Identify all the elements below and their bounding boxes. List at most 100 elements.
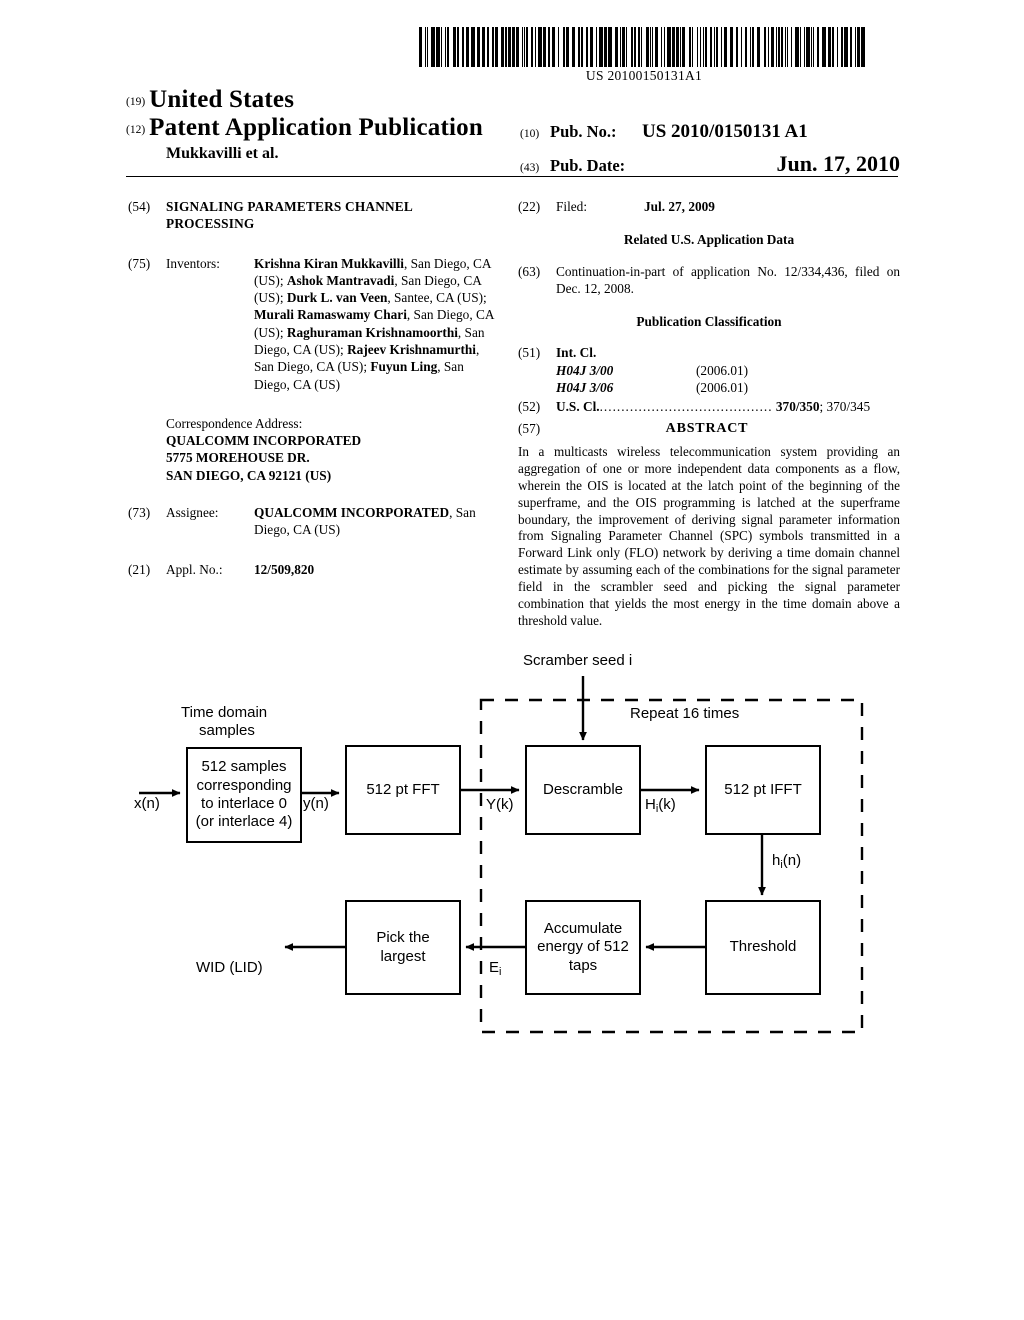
filed-field-number: (22) xyxy=(518,199,541,214)
scrambler-seed-label: Scramber seed i xyxy=(523,652,633,669)
appl-no-label: Appl. No.: xyxy=(166,561,223,577)
box-samples: 512 samples corresponding to interlace 0… xyxy=(186,747,302,843)
abstract-text: In a multicasts wireless telecommunicati… xyxy=(518,443,900,629)
patent-page: US 20100150131A1 (19) United States (12)… xyxy=(0,0,1024,1320)
us-cl-label: U.S. Cl. xyxy=(556,399,600,415)
us-cl-body: U.S. Cl.................................… xyxy=(556,398,900,415)
box-accumulate-line2: energy of 512 xyxy=(537,938,629,956)
box-fft: 512 pt FFT xyxy=(345,745,461,835)
patent-title-line1: SIGNALING PARAMETERS CHANNEL xyxy=(166,199,413,214)
inventors-list: Krishna Kiran Mukkavilli, San Diego, CA … xyxy=(254,255,494,392)
filed-value: Jul. 27, 2009 xyxy=(644,199,715,214)
pub-date-value-wrap: Jun. 17, 2010 xyxy=(642,151,910,177)
int-cl-code: H04J 3/00 xyxy=(556,362,614,378)
pub-no-row: (10) Pub. No.: US 2010/0150131 A1 xyxy=(520,121,910,143)
correspondence-heading: Correspondence Address: xyxy=(166,415,303,431)
hik-signal-label: Hi(k) xyxy=(645,796,676,816)
int-cl-row: H04J 3/00 (2006.01) xyxy=(556,362,900,379)
repeat-boundary xyxy=(479,698,864,1034)
pub-no-label: Pub. No.: xyxy=(550,122,617,141)
int-cl-code: H04J 3/06 xyxy=(556,379,614,395)
repeat-label: Repeat 16 times xyxy=(630,705,740,722)
abstract-field-number: (57) xyxy=(518,420,541,436)
abstract-title: ABSTRACT xyxy=(665,420,749,436)
continuation-field: (63) Continuation-in-part of application… xyxy=(518,263,900,298)
country-name: United States xyxy=(149,86,295,113)
box-samples-line4: (or interlace 4) xyxy=(195,813,293,831)
box-samples-line1: 512 samples xyxy=(201,758,287,776)
assignee-label: Assignee: xyxy=(166,504,219,520)
int-cl-label: Int. Cl. xyxy=(556,345,597,361)
abstract-header: (57) ABSTRACT xyxy=(518,420,900,438)
box-pick-largest: Pick the largest xyxy=(345,900,461,995)
pub-date-label: Pub. Date: xyxy=(550,156,626,175)
right-column: (22) Filed: Jul. 27, 2009 Related U.S. A… xyxy=(518,198,900,630)
output-label: WID (LID) xyxy=(196,959,263,976)
box-pick-largest-line1: Pick the xyxy=(376,929,430,947)
continuation-text: Continuation-in-part of application No. … xyxy=(556,263,900,296)
int-cl-edition: (2006.01) xyxy=(696,379,749,395)
box-samples-line3: to interlace 0 xyxy=(201,795,287,812)
ei-signal-label: Ei xyxy=(489,959,502,979)
us-cl-field: (52) U.S. Cl............................… xyxy=(518,398,900,415)
assignee-value: QUALCOMM INCORPORATED, San Diego, CA (US… xyxy=(254,504,476,538)
int-cl-field: (51) Int. Cl. H04J 3/00 (2006.01) H04J 3… xyxy=(518,344,900,396)
int-cl-edition: (2006.01) xyxy=(696,362,749,378)
tag-19: (19) xyxy=(126,96,146,108)
time-domain-label-line2: samples xyxy=(199,722,255,739)
header-divider xyxy=(126,176,898,177)
filed-field: (22) Filed: Jul. 27, 2009 xyxy=(518,198,900,215)
publication-classification-heading: Publication Classification xyxy=(636,314,782,330)
continuation-field-number: (63) xyxy=(518,263,541,279)
tag-10: (10) xyxy=(520,128,540,140)
inventors-field-number: (75) xyxy=(128,255,151,271)
correspondence-line-1: QUALCOMM INCORPORATED xyxy=(166,433,362,449)
us-cl-field-number: (52) xyxy=(518,399,541,415)
publication-type: Patent Application Publication xyxy=(149,114,483,141)
filed-label: Filed: xyxy=(556,199,588,214)
input-signal-label: x(n) xyxy=(134,795,160,812)
pub-no-value: US 2010/0150131 A1 xyxy=(642,121,808,142)
tag-43: (43) xyxy=(520,162,540,174)
barcode-number: US 20100150131A1 xyxy=(585,68,703,83)
yn-signal-label: y(n) xyxy=(303,795,329,812)
box-accumulate-line3: taps xyxy=(568,956,598,974)
box-ifft: 512 pt IFFT xyxy=(705,745,821,835)
appl-no-field-number: (21) xyxy=(128,561,151,577)
correspondence-line-3: SAN DIEGO, CA 92121 (US) xyxy=(166,467,332,483)
assignee-field: (73) Assignee: QUALCOMM INCORPORATED, Sa… xyxy=(128,504,498,539)
time-domain-label-line1: Time domain xyxy=(181,704,268,721)
left-column: (54) SIGNALING PARAMETERS CHANNEL PROCES… xyxy=(128,198,498,580)
patent-title: SIGNALING PARAMETERS CHANNEL PROCESSING xyxy=(166,198,498,233)
pub-date-row: (43) Pub. Date: Jun. 17, 2010 xyxy=(520,151,910,177)
box-accumulate: Accumulate energy of 512 taps xyxy=(525,900,641,995)
tag-12: (12) xyxy=(126,124,146,136)
appl-no-value: 12/509,820 xyxy=(254,561,315,577)
country-line: (19) United States xyxy=(126,86,906,114)
box-pick-largest-line2: largest xyxy=(380,947,426,965)
barcode xyxy=(418,27,870,67)
patent-title-line2: PROCESSING xyxy=(166,216,255,232)
appl-no-field: (21) Appl. No.: 12/509,820 xyxy=(128,561,498,578)
int-cl-body: Int. Cl. H04J 3/00 (2006.01) H04J 3/06 (… xyxy=(556,344,900,396)
related-application-heading: Related U.S. Application Data xyxy=(623,232,795,248)
correspondence-line-2: 5775 MOREHOUSE DR. xyxy=(166,450,310,466)
box-descramble: Descramble xyxy=(525,745,641,835)
box-threshold: Threshold xyxy=(705,900,821,995)
barcode-svg xyxy=(419,27,865,67)
assignee-field-number: (73) xyxy=(128,504,151,520)
box-samples-line2: corresponding xyxy=(196,776,292,794)
us-cl-secondary: ; 370/345 xyxy=(819,399,871,415)
title-field-number: (54) xyxy=(128,199,151,214)
yk-signal-label: Y(k) xyxy=(486,796,514,813)
box-accumulate-line1: Accumulate xyxy=(543,920,623,938)
pub-date-value: Jun. 17, 2010 xyxy=(776,151,900,176)
title-field: (54) SIGNALING PARAMETERS CHANNEL PROCES… xyxy=(128,198,498,233)
us-cl-dots: ........................................ xyxy=(599,399,773,415)
int-cl-row: H04J 3/06 (2006.01) xyxy=(556,379,900,396)
correspondence-address: Correspondence Address: QUALCOMM INCORPO… xyxy=(166,415,498,484)
us-cl-primary: 370/350 xyxy=(775,399,820,415)
int-cl-field-number: (51) xyxy=(518,345,541,361)
inventors-field: (75) Inventors: Krishna Kiran Mukkavilli… xyxy=(128,255,498,393)
hin-signal-label: hi(n) xyxy=(772,852,802,872)
